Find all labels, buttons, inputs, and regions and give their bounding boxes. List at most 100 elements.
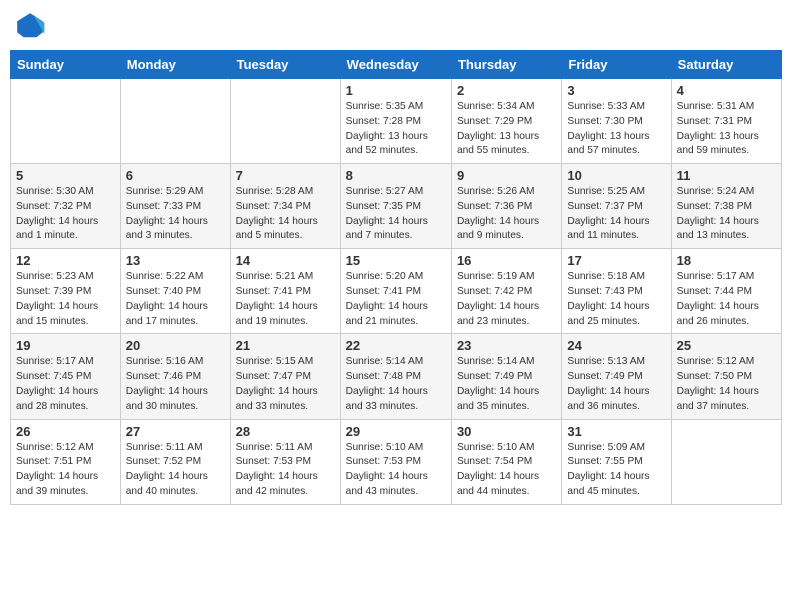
day-info: Sunrise: 5:33 AMSunset: 7:30 PMDaylight:… [567, 100, 665, 159]
day-number: 1 [346, 83, 446, 98]
day-number: 23 [457, 338, 556, 353]
calendar-cell: 29 Sunrise: 5:10 AMSunset: 7:53 PMDayligh… [340, 419, 451, 504]
calendar-cell [230, 79, 340, 164]
day-info: Sunrise: 5:31 AMSunset: 7:31 PMDaylight:… [677, 100, 776, 159]
calendar-cell: 26 Sunrise: 5:12 AMSunset: 7:51 PMDayligh… [11, 419, 121, 504]
day-info: Sunrise: 5:14 AMSunset: 7:48 PMDaylight:… [346, 355, 446, 414]
day-number: 30 [457, 424, 556, 439]
calendar-cell: 12 Sunrise: 5:23 AMSunset: 7:39 PMDayligh… [11, 249, 121, 334]
day-number: 12 [16, 253, 115, 268]
weekday-header-monday: Monday [120, 51, 230, 79]
calendar-cell: 21 Sunrise: 5:15 AMSunset: 7:47 PMDayligh… [230, 334, 340, 419]
day-info: Sunrise: 5:12 AMSunset: 7:51 PMDaylight:… [16, 441, 115, 500]
day-number: 28 [236, 424, 335, 439]
calendar-cell: 31 Sunrise: 5:09 AMSunset: 7:55 PMDayligh… [562, 419, 671, 504]
calendar-cell: 2 Sunrise: 5:34 AMSunset: 7:29 PMDaylight… [451, 79, 561, 164]
calendar-cell: 6 Sunrise: 5:29 AMSunset: 7:33 PMDaylight… [120, 164, 230, 249]
day-info: Sunrise: 5:17 AMSunset: 7:45 PMDaylight:… [16, 355, 115, 414]
calendar-cell: 11Sunrise: 5:24 AMSunset: 7:38 PMDayligh… [671, 164, 781, 249]
day-info: Sunrise: 5:22 AMSunset: 7:40 PMDaylight:… [126, 270, 225, 329]
calendar-cell: 20 Sunrise: 5:16 AMSunset: 7:46 PMDayligh… [120, 334, 230, 419]
day-number: 16 [457, 253, 556, 268]
day-number: 15 [346, 253, 446, 268]
day-number: 24 [567, 338, 665, 353]
calendar-cell: 25 Sunrise: 5:12 AMSunset: 7:50 PMDayligh… [671, 334, 781, 419]
weekday-header-saturday: Saturday [671, 51, 781, 79]
weekday-header-friday: Friday [562, 51, 671, 79]
day-info: Sunrise: 5:14 AMSunset: 7:49 PMDaylight:… [457, 355, 556, 414]
calendar-cell: 4 Sunrise: 5:31 AMSunset: 7:31 PMDaylight… [671, 79, 781, 164]
day-info: Sunrise: 5:09 AMSunset: 7:55 PMDaylight:… [567, 441, 665, 500]
calendar-week-1: 1 Sunrise: 5:35 AMSunset: 7:28 PMDaylight… [11, 79, 782, 164]
day-info: Sunrise: 5:18 AMSunset: 7:43 PMDaylight:… [567, 270, 665, 329]
day-number: 4 [677, 83, 776, 98]
calendar-cell: 8 Sunrise: 5:27 AMSunset: 7:35 PMDaylight… [340, 164, 451, 249]
day-info: Sunrise: 5:21 AMSunset: 7:41 PMDaylight:… [236, 270, 335, 329]
day-number: 3 [567, 83, 665, 98]
calendar-cell: 10Sunrise: 5:25 AMSunset: 7:37 PMDayligh… [562, 164, 671, 249]
day-number: 26 [16, 424, 115, 439]
day-number: 7 [236, 168, 335, 183]
day-info: Sunrise: 5:10 AMSunset: 7:54 PMDaylight:… [457, 441, 556, 500]
day-info: Sunrise: 5:27 AMSunset: 7:35 PMDaylight:… [346, 185, 446, 244]
day-number: 27 [126, 424, 225, 439]
day-number: 10 [567, 168, 665, 183]
day-number: 22 [346, 338, 446, 353]
day-info: Sunrise: 5:15 AMSunset: 7:47 PMDaylight:… [236, 355, 335, 414]
day-number: 29 [346, 424, 446, 439]
logo [14, 10, 50, 42]
day-info: Sunrise: 5:10 AMSunset: 7:53 PMDaylight:… [346, 441, 446, 500]
day-info: Sunrise: 5:29 AMSunset: 7:33 PMDaylight:… [126, 185, 225, 244]
calendar-week-3: 12 Sunrise: 5:23 AMSunset: 7:39 PMDayligh… [11, 249, 782, 334]
day-number: 2 [457, 83, 556, 98]
calendar-cell: 27 Sunrise: 5:11 AMSunset: 7:52 PMDayligh… [120, 419, 230, 504]
calendar-cell: 18Sunrise: 5:17 AMSunset: 7:44 PMDayligh… [671, 249, 781, 334]
day-info: Sunrise: 5:16 AMSunset: 7:46 PMDaylight:… [126, 355, 225, 414]
day-info: Sunrise: 5:13 AMSunset: 7:49 PMDaylight:… [567, 355, 665, 414]
calendar-cell: 15 Sunrise: 5:20 AMSunset: 7:41 PMDayligh… [340, 249, 451, 334]
day-info: Sunrise: 5:34 AMSunset: 7:29 PMDaylight:… [457, 100, 556, 159]
day-number: 21 [236, 338, 335, 353]
calendar-table: SundayMondayTuesdayWednesdayThursdayFrid… [10, 50, 782, 505]
day-info: Sunrise: 5:35 AMSunset: 7:28 PMDaylight:… [346, 100, 446, 159]
calendar-cell: 5 Sunrise: 5:30 AMSunset: 7:32 PMDaylight… [11, 164, 121, 249]
day-info: Sunrise: 5:12 AMSunset: 7:50 PMDaylight:… [677, 355, 776, 414]
day-info: Sunrise: 5:20 AMSunset: 7:41 PMDaylight:… [346, 270, 446, 329]
page-header [10, 10, 782, 42]
calendar-week-4: 19 Sunrise: 5:17 AMSunset: 7:45 PMDayligh… [11, 334, 782, 419]
calendar-cell: 23 Sunrise: 5:14 AMSunset: 7:49 PMDayligh… [451, 334, 561, 419]
calendar-cell: 19 Sunrise: 5:17 AMSunset: 7:45 PMDayligh… [11, 334, 121, 419]
day-number: 19 [16, 338, 115, 353]
day-number: 13 [126, 253, 225, 268]
day-info: Sunrise: 5:19 AMSunset: 7:42 PMDaylight:… [457, 270, 556, 329]
day-number: 17 [567, 253, 665, 268]
day-info: Sunrise: 5:17 AMSunset: 7:44 PMDaylight:… [677, 270, 776, 329]
calendar-cell: 17 Sunrise: 5:18 AMSunset: 7:43 PMDayligh… [562, 249, 671, 334]
day-info: Sunrise: 5:23 AMSunset: 7:39 PMDaylight:… [16, 270, 115, 329]
day-number: 25 [677, 338, 776, 353]
calendar-cell: 22 Sunrise: 5:14 AMSunset: 7:48 PMDayligh… [340, 334, 451, 419]
calendar-cell: 3 Sunrise: 5:33 AMSunset: 7:30 PMDaylight… [562, 79, 671, 164]
day-info: Sunrise: 5:28 AMSunset: 7:34 PMDaylight:… [236, 185, 335, 244]
calendar-cell: 1 Sunrise: 5:35 AMSunset: 7:28 PMDaylight… [340, 79, 451, 164]
day-number: 31 [567, 424, 665, 439]
day-info: Sunrise: 5:30 AMSunset: 7:32 PMDaylight:… [16, 185, 115, 244]
weekday-header-thursday: Thursday [451, 51, 561, 79]
calendar-cell: 30 Sunrise: 5:10 AMSunset: 7:54 PMDayligh… [451, 419, 561, 504]
calendar-cell: 14 Sunrise: 5:21 AMSunset: 7:41 PMDayligh… [230, 249, 340, 334]
day-number: 20 [126, 338, 225, 353]
day-number: 11 [677, 168, 776, 183]
calendar-cell [671, 419, 781, 504]
day-number: 8 [346, 168, 446, 183]
weekday-header-wednesday: Wednesday [340, 51, 451, 79]
day-number: 5 [16, 168, 115, 183]
day-number: 6 [126, 168, 225, 183]
calendar-cell: 7 Sunrise: 5:28 AMSunset: 7:34 PMDaylight… [230, 164, 340, 249]
day-info: Sunrise: 5:11 AMSunset: 7:52 PMDaylight:… [126, 441, 225, 500]
calendar-cell: 16 Sunrise: 5:19 AMSunset: 7:42 PMDayligh… [451, 249, 561, 334]
logo-icon [14, 10, 46, 42]
calendar-cell: 24 Sunrise: 5:13 AMSunset: 7:49 PMDayligh… [562, 334, 671, 419]
weekday-header-sunday: Sunday [11, 51, 121, 79]
calendar-cell: 28Sunrise: 5:11 AMSunset: 7:53 PMDayligh… [230, 419, 340, 504]
day-number: 14 [236, 253, 335, 268]
